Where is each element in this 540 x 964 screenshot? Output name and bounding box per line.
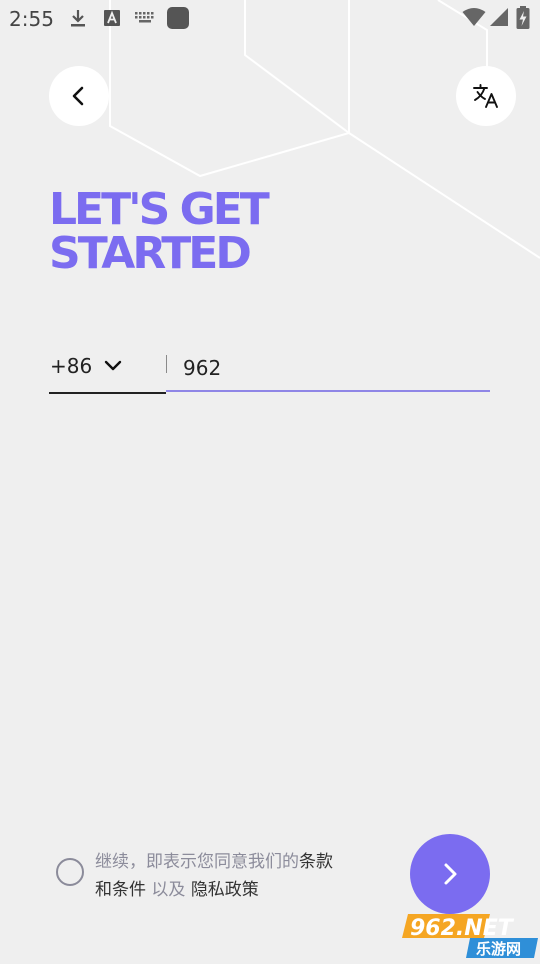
- agreement-prefix: 继续，即表示您同意我们的: [95, 852, 299, 872]
- keyboard-icon: [135, 12, 154, 23]
- battery-charging-icon: [516, 6, 530, 29]
- watermark-brand: 962.NET: [410, 916, 515, 941]
- translate-icon: [473, 84, 498, 108]
- cell-signal-icon: [490, 8, 508, 26]
- agreement-checkbox[interactable]: [56, 858, 84, 886]
- title-line-2: STARTED: [49, 228, 252, 279]
- chevron-down-icon: [104, 360, 122, 372]
- background-pattern: [109, 0, 540, 259]
- text-a-icon: [104, 10, 120, 26]
- language-button[interactable]: [456, 66, 516, 126]
- back-button[interactable]: [49, 66, 109, 126]
- country-code-value: +86: [50, 354, 93, 378]
- status-bar: 2:55: [0, 0, 540, 36]
- chevron-right-icon: [444, 863, 457, 885]
- country-code-selector[interactable]: +86: [49, 340, 166, 394]
- watermark-sub: 乐游网: [476, 940, 521, 958]
- title-line-1: LET'S GET: [49, 184, 270, 235]
- status-time: 2:55: [9, 7, 54, 31]
- download-icon: [71, 10, 85, 27]
- agreement-conjunction: 以及: [151, 880, 186, 900]
- watermark-logo: 962.NET 乐游网: [400, 908, 540, 960]
- chevron-left-icon: [72, 86, 84, 106]
- page-title: LET'S GET STARTED: [49, 184, 270, 279]
- phone-number-input[interactable]: [166, 340, 490, 392]
- privacy-link[interactable]: 隐私政策: [191, 880, 259, 900]
- next-button[interactable]: [410, 834, 490, 914]
- app-square-icon: [167, 7, 189, 29]
- wifi-icon: [462, 8, 486, 26]
- agreement-text: 继续，即表示您同意我们的条款和条件 以及 隐私政策: [95, 848, 340, 904]
